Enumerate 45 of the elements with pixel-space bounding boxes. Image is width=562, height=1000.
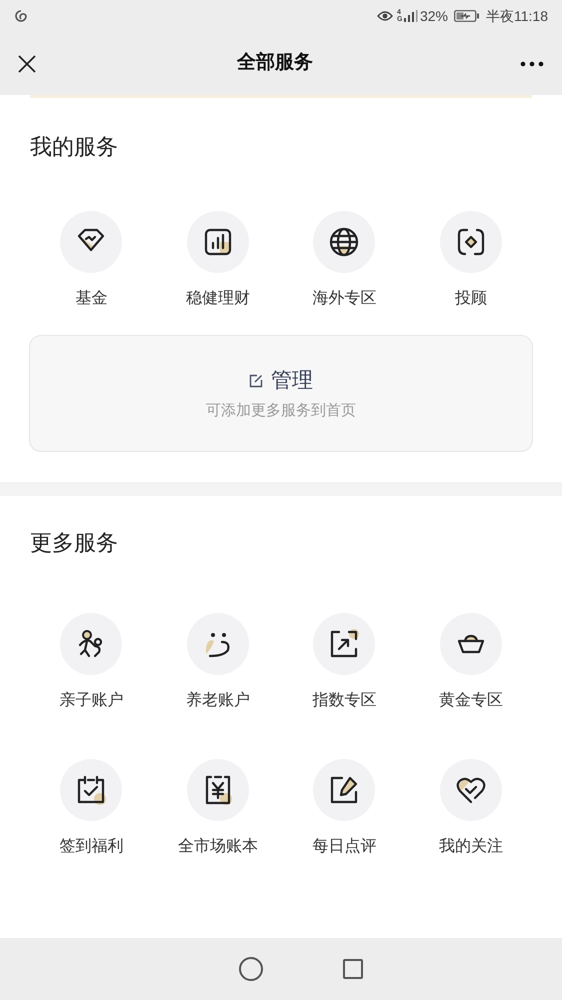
signal-icon (404, 10, 418, 22)
manage-card[interactable]: 管理 可添加更多服务到首页 (29, 335, 533, 452)
manage-label: 管理 (271, 368, 313, 394)
service-item[interactable]: 指数专区 (281, 613, 408, 713)
arrow-box-icon (328, 628, 360, 660)
service-label: 我的关注 (438, 836, 503, 857)
service-item[interactable]: 养老账户 (154, 613, 281, 713)
more-icon (520, 60, 544, 66)
service-item[interactable]: 签到福利 (28, 759, 154, 859)
battery-percent: 32% (420, 6, 448, 26)
service-label: 指数专区 (312, 690, 376, 711)
section-title: 更多服务 (30, 530, 118, 555)
calendar-check-icon (75, 774, 108, 806)
service-item[interactable]: 稳健理财 (154, 211, 281, 311)
service-label: 养老账户 (186, 690, 250, 711)
service-item[interactable]: 基金 (28, 211, 154, 311)
manage-hint: 可添加更多服务到首页 (206, 400, 356, 420)
service-label: 每日点评 (312, 836, 376, 857)
service-label: 亲子账户 (59, 690, 124, 711)
app-notification-icon (14, 9, 28, 23)
service-label: 基金 (75, 288, 108, 309)
service-label: 海外专区 (312, 288, 376, 309)
service-item[interactable]: 黄金专区 (408, 613, 534, 713)
service-label: 稳健理财 (186, 288, 250, 309)
service-label: 全市场账本 (178, 836, 258, 857)
service-item[interactable]: 海外专区 (281, 211, 408, 311)
service-item[interactable]: 我的关注 (408, 759, 534, 859)
section-title: 我的服务 (30, 134, 118, 159)
close-button[interactable] (16, 52, 38, 74)
service-label: 签到福利 (59, 836, 124, 857)
service-item[interactable]: 亲子账户 (28, 613, 154, 713)
home-button[interactable] (239, 957, 263, 981)
eye-icon (376, 10, 393, 22)
clock-time: 半夜11:18 (486, 6, 548, 26)
page-title: 全部服务 (237, 50, 313, 76)
service-item[interactable]: 每日点评 (281, 759, 408, 859)
globe-icon (328, 226, 360, 258)
recents-button[interactable] (343, 959, 363, 979)
close-icon (17, 54, 37, 74)
service-item[interactable]: 全市场账本 (154, 759, 281, 859)
service-label: 投顾 (454, 289, 487, 309)
battery-icon (454, 10, 480, 22)
service-item[interactable]: 投顾 (408, 211, 534, 311)
service-label: 黄金专区 (438, 690, 503, 711)
edit-icon (249, 374, 263, 388)
